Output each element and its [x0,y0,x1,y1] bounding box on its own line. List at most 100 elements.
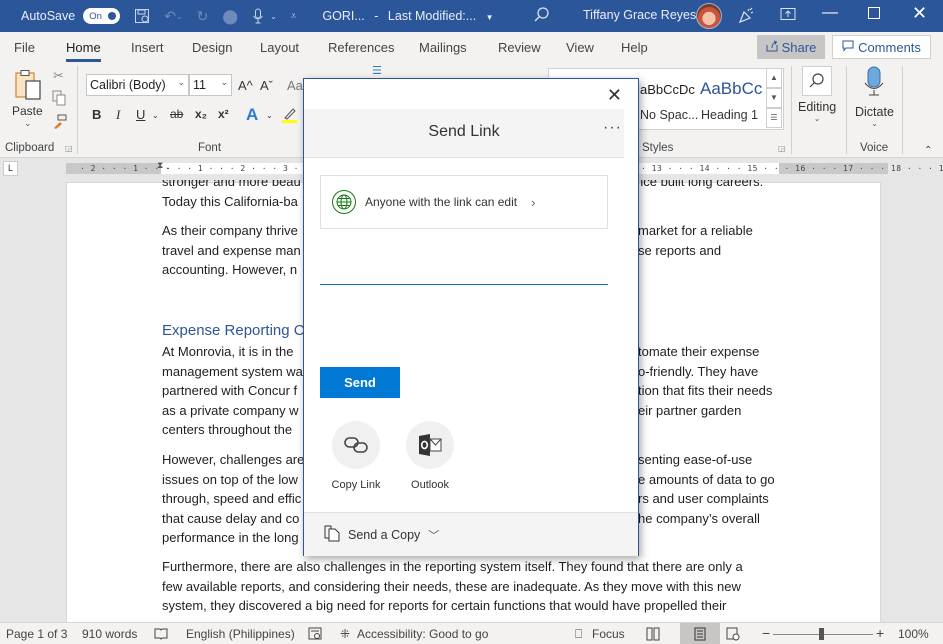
style-no-spacing-name[interactable]: No Spac... [640,108,698,122]
style-no-spacing-sample[interactable]: aBbCcDc [640,82,695,97]
ribbon-display-options-icon[interactable] [780,7,796,24]
proofing-icon[interactable] [154,627,168,644]
close-window-icon[interactable]: ✕ [912,3,927,24]
dictate-button[interactable]: Dictate ⌄ [855,66,894,128]
text-effects-chevron[interactable]: ⌄ [266,111,273,120]
record-icon[interactable]: ⬤ [222,8,238,25]
indent-marker[interactable]: ⧗ [157,160,163,171]
autosave-toggle[interactable]: On [83,8,121,24]
highlight-icon[interactable] [281,106,299,127]
tab-help[interactable]: Help [621,40,648,55]
tab-layout[interactable]: Layout [260,40,299,55]
clipped-line-left: stronger and more beau [162,180,301,189]
clipped-line-right: nce built long careers. [636,180,764,189]
search-icon[interactable] [533,6,551,27]
close-icon[interactable]: ✕ [607,85,622,106]
maximize-icon[interactable] [868,7,880,19]
italic-button[interactable]: I [116,107,120,123]
paste-options-chevron[interactable]: ⌄ [24,118,32,129]
avatar[interactable] [696,3,722,29]
accessibility-status[interactable]: Accessibility: Good to go [357,627,488,641]
message-input[interactable] [320,293,608,353]
editing-button[interactable]: Editing ⌄ [798,66,836,123]
read-mode-icon[interactable] [646,627,660,644]
underline-button[interactable]: U [136,107,145,122]
paste-label[interactable]: Paste [12,104,43,118]
text-line: rs and user complaints [638,491,769,506]
comments-button[interactable]: Comments [832,35,931,59]
styles-down-icon[interactable]: ▼ [766,88,782,108]
zoom-level[interactable]: 100% [898,627,929,641]
tab-home[interactable]: Home [66,40,101,62]
print-layout-button[interactable] [680,623,720,644]
tab-view[interactable]: View [566,40,594,55]
styles-scroll[interactable]: ▲ ▼ ☰ [766,68,782,130]
send-copy-button[interactable]: Send a Copy ﹀ [304,512,638,556]
customize-toolbar-icon[interactable]: ⩡ [291,11,297,22]
tab-review[interactable]: Review [498,40,541,55]
microphone-icon[interactable]: ⌄ [252,8,277,24]
send-button[interactable]: Send [320,367,400,398]
share-button[interactable]: Share [757,35,825,59]
paste-icon[interactable] [14,69,42,101]
font-size-select[interactable]: 11 ⌄ [189,74,232,96]
web-layout-icon[interactable] [726,627,740,644]
tab-file[interactable]: File [14,40,35,55]
cut-icon[interactable]: ✂ [53,68,64,84]
outlook-icon [406,421,454,469]
more-options-button[interactable]: ··· [603,119,622,137]
language[interactable]: English (Philippines) [186,627,295,641]
recipient-input[interactable] [320,259,608,285]
document-title[interactable]: GORI... - Last Modified:... ▼ [322,9,493,23]
tab-insert[interactable]: Insert [131,40,164,55]
text-line: senting ease-of-use [638,452,753,467]
outlook-button[interactable]: Outlook [400,421,460,491]
tab-design[interactable]: Design [192,40,232,55]
dialog-header: Send Link ··· [304,109,624,158]
grow-font-button[interactable]: A^ [238,78,253,93]
minimize-icon[interactable]: — [822,4,838,22]
subscript-button[interactable]: x₂ [195,107,207,121]
shrink-font-button[interactable]: Aˇ [260,78,273,93]
document-name: GORI... [322,9,365,23]
zoom-in-button[interactable]: + [876,625,884,641]
copy-icon[interactable] [52,90,66,109]
copy-link-button[interactable]: Copy Link [326,421,386,491]
clipboard-launcher-icon[interactable]: ◲ [65,144,73,153]
collapse-ribbon-icon[interactable]: ⌃ [924,145,932,156]
change-case-button[interactable]: Aa [287,78,303,93]
link-permission-button[interactable]: Anyone with the link can edit › [320,175,608,229]
save-icon[interactable] [134,8,150,24]
strikethrough-button[interactable]: ab [170,107,183,121]
style-heading1-name[interactable]: Heading 1 [701,108,758,122]
font-name-select[interactable]: Calibri (Body) ⌄ [86,74,189,96]
styles-launcher-icon[interactable]: ◲ [778,144,786,153]
styles-more-icon[interactable]: ☰ [766,108,782,128]
display-settings-icon[interactable] [308,627,322,644]
undo-icon[interactable]: ↶ ⌄ [164,8,182,25]
style-heading1-sample[interactable]: AaBbCc [700,79,762,99]
tab-selector[interactable]: L [3,161,18,176]
accessibility-icon[interactable]: ⁜ [340,627,350,641]
zoom-slider-thumb[interactable] [819,628,824,640]
superscript-button[interactable]: x² [218,107,229,121]
section-heading[interactable]: Expense Reporting C [162,322,305,339]
bold-button[interactable]: B [92,107,101,122]
word-count[interactable]: 910 words [82,627,137,641]
paragraph[interactable]: Furthermore, there are also challenges i… [162,557,787,616]
styles-up-icon[interactable]: ▲ [766,68,782,88]
tab-mailings[interactable]: Mailings [419,40,467,55]
format-painter-icon[interactable] [52,114,68,133]
tab-references[interactable]: References [328,40,394,55]
focus-icon[interactable]: ⎕ [575,627,582,642]
divider [791,66,792,154]
bullets-icon[interactable]: ☰ [372,64,382,77]
redo-icon[interactable]: ↻ [197,8,209,25]
zoom-out-button[interactable]: − [762,625,770,641]
page-count[interactable]: Page 1 of 3 [6,627,67,641]
focus-label[interactable]: Focus [592,627,625,641]
underline-options-chevron[interactable]: ⌄ [152,111,159,120]
text-effects-icon[interactable]: A [246,105,258,125]
coming-soon-icon[interactable] [737,7,755,28]
user-name[interactable]: Tiffany Grace Reyes [583,8,696,22]
